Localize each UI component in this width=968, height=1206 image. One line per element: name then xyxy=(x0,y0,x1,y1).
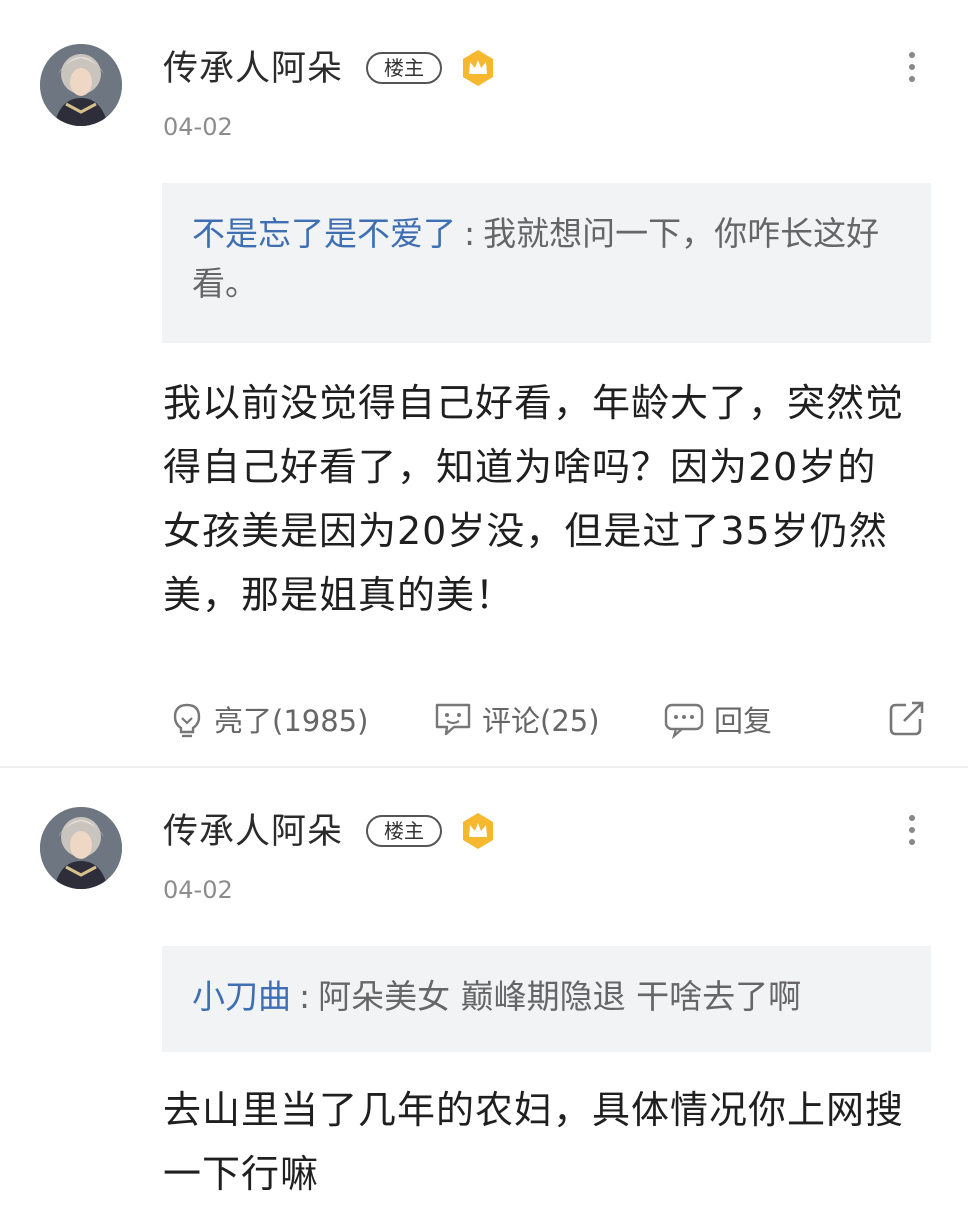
quoted-username[interactable]: 不是忘了是不爱了 xyxy=(192,214,456,253)
op-badge: 楼主 xyxy=(366,815,442,847)
op-badge: 楼主 xyxy=(366,52,442,84)
comment-icon xyxy=(435,703,471,736)
avatar-image xyxy=(40,807,122,889)
reply-icon xyxy=(664,703,704,739)
like-count-label: 亮了(1985) xyxy=(214,704,369,738)
post-content: 我以前没觉得自己好看，年龄大了，突然觉得自己好看了，知道为啥吗？因为20岁的女孩… xyxy=(163,381,905,617)
avatar[interactable] xyxy=(40,807,122,889)
share-icon xyxy=(889,701,924,736)
quote-separator: : xyxy=(464,214,476,253)
post-divider xyxy=(0,766,968,768)
quoted-text: 阿朵美女 巅峰期隐退 干啥去了啊 xyxy=(318,977,802,1016)
avatar-image xyxy=(40,44,122,126)
quoted-comment[interactable]: 小刀曲: 阿朵美女 巅峰期隐退 干啥去了啊 xyxy=(162,946,931,1052)
crown-icon xyxy=(463,813,493,849)
post-date: 04-02 xyxy=(163,113,233,141)
lightbulb-icon xyxy=(173,703,201,738)
more-options-icon[interactable] xyxy=(904,811,920,851)
author-name[interactable]: 传承人阿朵 xyxy=(163,812,343,852)
post-date: 04-02 xyxy=(163,876,233,904)
comment-count-label: 评论(25) xyxy=(482,704,600,738)
quote-separator: : xyxy=(299,977,311,1016)
avatar[interactable] xyxy=(40,44,122,126)
share-button[interactable] xyxy=(886,690,936,748)
reply-label: 回复 xyxy=(714,704,773,738)
quoted-comment[interactable]: 不是忘了是不爱了: 我就想问一下，你咋长这好看。 xyxy=(162,183,931,343)
quoted-username[interactable]: 小刀曲 xyxy=(192,977,291,1016)
post-content: 去山里当了几年的农妇，具体情况你上网搜一下行嘛 xyxy=(163,1088,905,1196)
action-bar: 亮了(1985) 评论(25) 回复 xyxy=(0,690,968,750)
more-options-icon[interactable] xyxy=(904,48,920,88)
reply-button[interactable]: 回复 xyxy=(662,690,772,748)
like-button[interactable]: 亮了(1985) xyxy=(168,690,368,748)
comment-button[interactable]: 评论(25) xyxy=(432,690,600,748)
author-name[interactable]: 传承人阿朵 xyxy=(163,49,343,89)
crown-icon xyxy=(463,50,493,86)
